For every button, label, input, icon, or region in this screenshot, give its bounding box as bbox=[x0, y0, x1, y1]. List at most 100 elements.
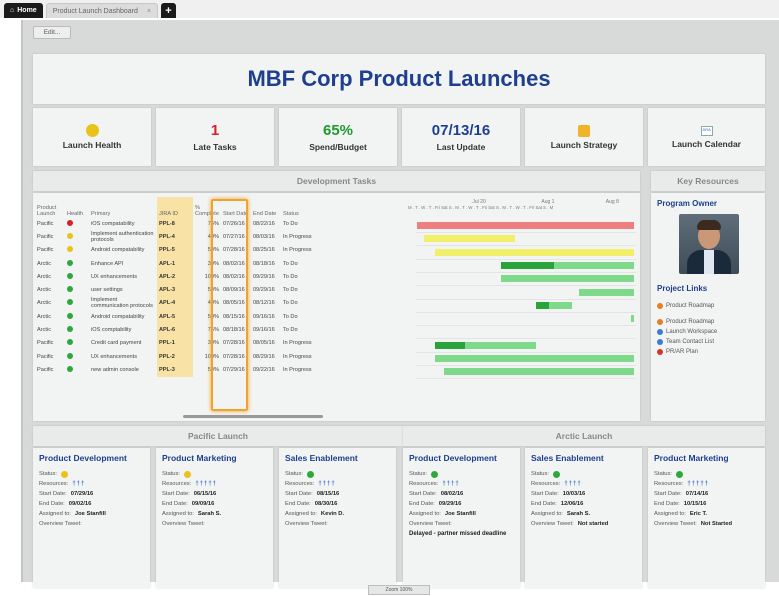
start-date: 08/02/16 bbox=[440, 491, 464, 497]
kpi-late-tasks[interactable]: 1 Late Tasks bbox=[156, 108, 274, 166]
kpi-label: Launch Calendar bbox=[672, 138, 741, 149]
edit-button[interactable]: Edit... bbox=[33, 26, 71, 39]
task-jira-id: PPL-5 bbox=[157, 243, 193, 257]
gantt-bar[interactable] bbox=[417, 222, 634, 229]
card-tweet-row: Overview Tweet: bbox=[39, 519, 144, 529]
link-label: Team Contact List bbox=[666, 339, 715, 345]
task-start: 07/27/16 bbox=[222, 233, 245, 240]
task-end: 09/16/16 bbox=[252, 327, 275, 334]
project-link[interactable]: Team Contact List bbox=[657, 337, 759, 347]
health-dot bbox=[67, 312, 73, 319]
assignee: Sarah S. bbox=[197, 511, 222, 517]
task-row[interactable]: Pacific new admin console PPL-3 50% 07/29/16… bbox=[35, 363, 317, 377]
end-date: 12/06/16 bbox=[560, 501, 584, 507]
tweet-label: Overview Tweet: bbox=[531, 521, 574, 527]
tweet-label: Overview Tweet: bbox=[654, 521, 697, 527]
gantt-bar[interactable] bbox=[444, 368, 634, 376]
workstream-card[interactable]: Product Marketing Status: Resources: ††††† S… bbox=[648, 448, 765, 588]
workstream-card[interactable]: Sales Enablement Status: Resources: †††† Sta… bbox=[279, 448, 396, 588]
task-status: To Do bbox=[282, 273, 298, 280]
project-link[interactable]: Product Roadmap bbox=[657, 317, 759, 327]
start-label: Start Date: bbox=[162, 491, 190, 497]
task-row[interactable]: Arctic Implement communication protocols A… bbox=[35, 296, 317, 311]
gantt-bar[interactable] bbox=[423, 235, 516, 243]
task-row[interactable]: Arctic user settings APL-3 50% 08/09/16 09/29… bbox=[35, 283, 317, 297]
workstream-card[interactable]: Product Development Status: Resources: ††† S… bbox=[33, 448, 150, 588]
resources-label: Resources: bbox=[654, 481, 684, 487]
task-row[interactable]: Arctic UX enhancements APL-2 100% 08/02/16 09… bbox=[35, 270, 317, 284]
card-end-row: End Date: 10/15/16 bbox=[654, 499, 759, 509]
project-link[interactable]: PR/AR Plan bbox=[657, 347, 759, 357]
task-primary: UX enhancements bbox=[91, 353, 138, 360]
column-header[interactable]: % Complete bbox=[193, 197, 221, 217]
start-label: Start Date: bbox=[39, 491, 67, 497]
column-header[interactable]: End Date bbox=[251, 197, 281, 217]
task-status: In Progress bbox=[282, 340, 312, 347]
close-tab-icon[interactable]: × bbox=[147, 8, 151, 15]
column-header[interactable]: Product Launch bbox=[35, 197, 65, 217]
task-start: 07/28/16 bbox=[222, 353, 245, 360]
task-row[interactable]: Pacific iOS compatability PPL-8 75% 07/26/16… bbox=[35, 217, 317, 231]
column-header[interactable]: Start Date bbox=[221, 197, 251, 217]
kpi-launch-strategy[interactable]: Launch Strategy bbox=[525, 108, 643, 166]
tab-product-launch-dashboard[interactable]: Product Launch Dashboard × bbox=[45, 3, 159, 18]
task-primary: iOS comptability bbox=[91, 327, 132, 334]
card-resources-row: Resources: ††† bbox=[39, 479, 144, 489]
card-title: Product Marketing bbox=[654, 453, 729, 463]
gantt-bar[interactable] bbox=[435, 248, 634, 256]
task-row[interactable]: Pacific Credit card payment PPL-1 30% 07/28/… bbox=[35, 336, 317, 350]
column-header[interactable]: Status bbox=[281, 197, 317, 217]
column-header[interactable]: Primary bbox=[89, 197, 157, 217]
kpi-launch-calendar[interactable]: JIRA Launch Calendar bbox=[648, 108, 765, 166]
card-assigned-row: Assigned to: Joe Stanfill bbox=[409, 509, 514, 519]
gantt-gridline bbox=[416, 298, 636, 300]
gantt-gridline bbox=[416, 378, 636, 380]
workstream-card[interactable]: Sales Enablement Status: Resources: †††† Sta… bbox=[525, 448, 642, 588]
card-resources-row: Resources: †††† bbox=[531, 479, 636, 489]
column-header[interactable]: Health bbox=[65, 197, 89, 217]
task-start: 07/28/16 bbox=[222, 340, 245, 347]
task-row[interactable]: Pacific Implement authentication protocol… bbox=[35, 230, 317, 244]
card-status-row: Status: bbox=[285, 469, 390, 479]
task-launch: Pacific bbox=[37, 366, 54, 373]
task-status: To Do bbox=[282, 220, 298, 227]
task-end: 08/05/16 bbox=[252, 340, 275, 347]
start-label: Start Date: bbox=[531, 491, 559, 497]
key-resources-panel: Program Owner Project Links Product Road… bbox=[651, 193, 765, 421]
card-status-row: Status: bbox=[409, 469, 514, 479]
task-row[interactable]: Arctic iOS comptability APL-6 75% 08/18/16 09… bbox=[35, 323, 317, 337]
column-header[interactable]: JIRA ID bbox=[157, 197, 193, 217]
task-primary: new admin console bbox=[91, 366, 139, 373]
end-label: End Date: bbox=[162, 501, 188, 507]
gantt-bar[interactable] bbox=[501, 275, 634, 283]
gantt-gridline bbox=[416, 258, 636, 260]
task-end: 08/03/16 bbox=[252, 233, 275, 240]
task-row[interactable]: Arctic Enhance API APL-1 30% 08/02/16 08/18/1… bbox=[35, 256, 317, 271]
task-row[interactable]: Pacific UX enhancements PPL-2 100% 07/28/16 0… bbox=[35, 349, 317, 364]
project-link[interactable]: Launch Workspace bbox=[657, 327, 759, 337]
task-row[interactable]: Arctic Android compatability APL-5 50% 08/15… bbox=[35, 310, 317, 324]
gantt-bar[interactable] bbox=[631, 315, 634, 323]
tab-home-label: Home bbox=[17, 7, 37, 14]
gantt-bar[interactable] bbox=[435, 355, 634, 362]
workstream-card[interactable]: Product Development Status: Resources: ††††… bbox=[403, 448, 520, 588]
new-tab-button[interactable]: + bbox=[161, 3, 177, 18]
task-health bbox=[65, 323, 89, 336]
task-primary: UX enhancements bbox=[91, 273, 138, 280]
horizontal-scrollbar[interactable] bbox=[183, 415, 323, 418]
project-link[interactable]: Product Roadmap bbox=[657, 301, 759, 311]
workstream-card[interactable]: Product Marketing Status: Resources: ††††† S… bbox=[156, 448, 273, 588]
task-row[interactable]: Pacific Android compatability PPL-5 50% 07/2… bbox=[35, 243, 317, 257]
status-dot bbox=[307, 470, 315, 478]
kpi-last-update[interactable]: 07/13/16 Last Update bbox=[402, 108, 520, 166]
tab-home[interactable]: ⌂ Home bbox=[4, 3, 43, 18]
kpi-spend-budget[interactable]: 65% Spend/Budget bbox=[279, 108, 397, 166]
task-start: 07/28/16 bbox=[222, 247, 245, 254]
gantt-bar[interactable] bbox=[579, 288, 634, 296]
task-start: 08/09/16 bbox=[222, 287, 245, 294]
kpi-launch-health[interactable]: Launch Health bbox=[33, 108, 151, 166]
zoom-status[interactable]: Zoom 100% bbox=[368, 585, 430, 595]
end-date: 09/29/16 bbox=[438, 501, 462, 507]
start-date: 07/29/16 bbox=[70, 491, 94, 497]
tweet-text: Not started bbox=[577, 521, 609, 527]
